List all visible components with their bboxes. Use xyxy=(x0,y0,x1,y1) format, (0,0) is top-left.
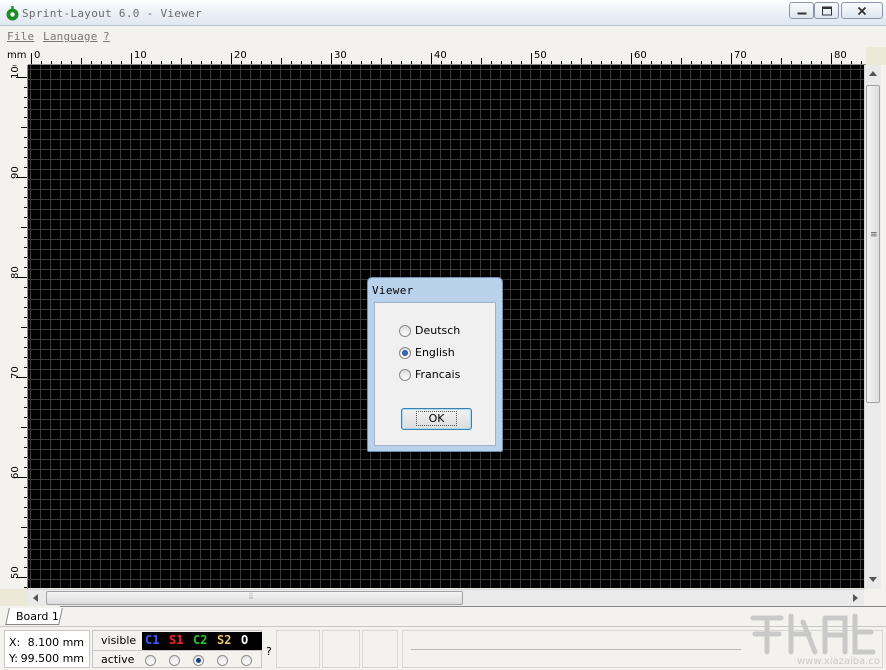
vertical-scroll-thumb[interactable]: ≡ xyxy=(866,85,880,403)
visible-label: visible xyxy=(101,634,136,647)
tab-board-1-label: Board 1 xyxy=(16,610,59,623)
maximize-icon xyxy=(822,6,832,15)
vertical-scrollbar[interactable]: ≡ xyxy=(864,65,881,589)
ok-button[interactable]: OK xyxy=(401,408,472,430)
ruler-top-label: 60 xyxy=(634,50,647,61)
y-value: 99.500 mm xyxy=(21,652,84,665)
layer-panel: visible active C1 S1 C2 S2 O xyxy=(92,630,262,668)
menu-file[interactable]: File xyxy=(7,30,34,43)
ruler-top-label: 20 xyxy=(234,50,247,61)
layer-toggle-c1[interactable]: C1 xyxy=(145,633,159,647)
minimize-button[interactable] xyxy=(789,2,814,19)
grip-icon: ≡ xyxy=(870,230,878,240)
ruler-top-label: 30 xyxy=(334,50,347,61)
window-title: Sprint-Layout 6.0 - Viewer xyxy=(22,7,202,20)
y-label: Y: xyxy=(9,652,18,665)
scroll-down-icon[interactable] xyxy=(869,577,877,582)
tab-line xyxy=(60,606,886,607)
title-bar: Sprint-Layout 6.0 - Viewer xyxy=(0,0,886,26)
status-panel-empty xyxy=(322,630,360,668)
radio-deutsch[interactable] xyxy=(399,325,411,337)
ruler-left-label: 100 xyxy=(10,65,21,79)
ruler-left-label: 90 xyxy=(10,166,21,179)
ruler-left-label: 70 xyxy=(10,366,21,379)
ruler-top-label: 80 xyxy=(834,50,847,61)
layer-visibility-toggles: C1 S1 C2 S2 O xyxy=(142,632,262,650)
ruler-top-label: 50 xyxy=(534,50,547,61)
ruler-top: 0 10 20 30 40 50 60 70 80 xyxy=(28,47,866,65)
layer-toggle-c2[interactable]: C2 xyxy=(193,633,207,647)
layer-divider xyxy=(93,650,261,651)
active-layer-radio-s1[interactable] xyxy=(169,655,180,666)
window-right-edge xyxy=(881,65,886,589)
ruler-top-label: 40 xyxy=(434,50,447,61)
horizontal-scrollbar[interactable]: ⦙⦙ xyxy=(28,589,864,606)
menu-language[interactable]: Language xyxy=(43,30,98,43)
help-mark[interactable]: ? xyxy=(266,645,272,658)
ruler-top-label: 70 xyxy=(734,50,747,61)
menu-bar: File Language ? xyxy=(0,26,886,47)
scroll-corner xyxy=(864,589,886,606)
status-panel-empty xyxy=(362,630,398,668)
ok-button-label: OK xyxy=(416,411,458,426)
layer-toggle-o[interactable]: O xyxy=(241,633,248,647)
active-layer-radio-o[interactable] xyxy=(241,655,252,666)
active-layer-radio-c1[interactable] xyxy=(145,655,156,666)
x-value: 8.100 mm xyxy=(28,636,84,649)
ruler-left-label: 80 xyxy=(10,266,21,279)
ruler-left: 100 90 80 70 60 50 xyxy=(0,65,28,589)
radio-francais[interactable] xyxy=(399,369,411,381)
scroll-left-icon[interactable] xyxy=(33,594,38,602)
grip-icon: ⦙⦙ xyxy=(249,592,253,602)
horizontal-scroll-thumb[interactable]: ⦙⦙ xyxy=(46,591,463,605)
radio-english[interactable] xyxy=(399,347,411,359)
active-label: active xyxy=(101,653,134,666)
ruler-top-label: 0 xyxy=(34,50,40,61)
coordinate-panel: X: 8.100 mm Y: 99.500 mm xyxy=(4,630,90,668)
app-icon xyxy=(5,6,20,21)
radio-english-label[interactable]: English xyxy=(415,346,455,359)
status-message-line xyxy=(411,649,741,650)
active-layer-radio-s2[interactable] xyxy=(217,655,228,666)
ruler-left-label: 60 xyxy=(10,466,21,479)
radio-francais-label[interactable]: Francais xyxy=(415,368,460,381)
ruler-left-label: 50 xyxy=(10,566,21,579)
ruler-corner: mm xyxy=(0,47,28,65)
layer-toggle-s1[interactable]: S1 xyxy=(169,633,183,647)
menu-help[interactable]: ? xyxy=(103,30,110,43)
watermark-logo: www.xiazaiba.com xyxy=(745,608,880,666)
active-layer-radio-c2[interactable] xyxy=(193,655,204,666)
ruler-unit: mm xyxy=(7,50,26,61)
status-panel-empty xyxy=(276,630,320,668)
svg-text:www.xiazaiba.com: www.xiazaiba.com xyxy=(797,656,880,666)
maximize-button[interactable] xyxy=(814,2,839,19)
ruler-top-label: 10 xyxy=(134,50,147,61)
scroll-right-icon[interactable] xyxy=(853,594,858,602)
close-button[interactable] xyxy=(841,2,883,19)
layer-toggle-s2[interactable]: S2 xyxy=(217,633,231,647)
x-label: X: xyxy=(9,636,20,649)
minimize-icon xyxy=(797,6,806,15)
scroll-up-icon[interactable] xyxy=(869,71,877,76)
radio-deutsch-label[interactable]: Deutsch xyxy=(415,324,460,337)
close-icon xyxy=(858,6,867,15)
dialog-body: Deutsch English Francais OK xyxy=(374,302,496,446)
dialog-title: Viewer xyxy=(372,284,414,297)
language-dialog: Viewer Deutsch English Francais OK xyxy=(367,277,503,452)
